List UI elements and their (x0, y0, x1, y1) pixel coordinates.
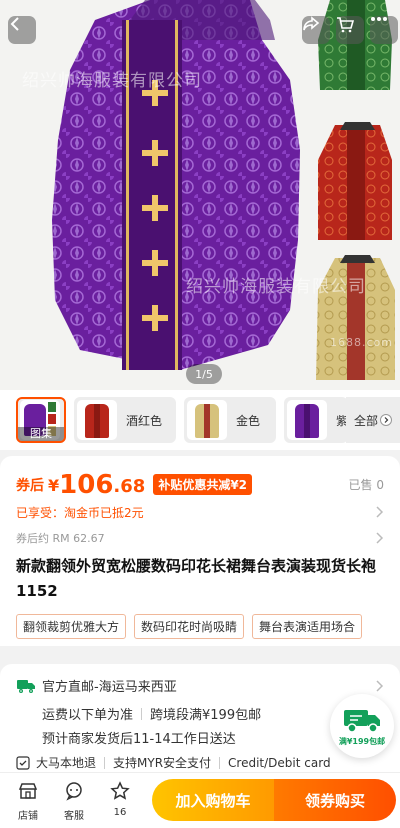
add-to-cart-button[interactable]: 加入购物车 (152, 779, 274, 821)
feature-tag[interactable]: 翻领裁剪优雅大方 (16, 614, 127, 639)
product-info-card: 券后 ¥ 106 .68 补贴优惠共减¥2 已售 0 已享受：淘金币已抵2元 券… (0, 456, 400, 646)
price-currency: ¥ (48, 476, 60, 495)
shop-button[interactable]: 店铺 (8, 781, 48, 822)
feature-tag[interactable]: 数码印花时尚吸睛 (134, 614, 245, 639)
feature-tags: 翻领裁剪优雅大方 数码印花时尚吸睛 舞台表演适用场合 (16, 614, 363, 639)
product-gallery[interactable]: 绍兴帅海服装有限公司 绍兴帅海服装有限公司 1688.com 1/5 (0, 0, 400, 390)
chevron-right-icon (376, 680, 384, 692)
image-counter: 1/5 (186, 364, 222, 384)
guarantee-card: Credit/Debit card (228, 755, 331, 770)
feature-tag[interactable]: 舞台表演适用场合 (252, 614, 363, 639)
thumbnail-strip: 图集 酒红色 金色 紫 全部 (0, 390, 400, 450)
thumb-label: 图集 (18, 427, 64, 441)
shop-label: 店铺 (18, 811, 38, 822)
divider (219, 756, 221, 769)
share-button[interactable] (302, 16, 330, 44)
thumb-gallery[interactable]: 图集 (16, 397, 66, 443)
favorite-count: 16 (113, 807, 127, 818)
bottom-action-bar: 店铺 客服 16 加入购物车 领券购买 (0, 772, 400, 828)
chat-icon (66, 782, 82, 801)
cart-button[interactable] (336, 16, 364, 44)
thumb-purple[interactable]: 紫 (284, 397, 348, 443)
watermark-top: 绍兴帅海服装有限公司 (22, 71, 202, 91)
truck-icon (344, 709, 380, 733)
discount-label: 已享受： (16, 506, 65, 520)
more-icon (371, 17, 387, 21)
chevron-right-icon (380, 414, 392, 426)
shipping-method-text: 官方直邮-海运马来西亚 (42, 680, 177, 695)
sold-count: 已售 0 (348, 478, 384, 492)
thumb-image (77, 400, 117, 440)
converted-price: 券后约 RM 62.67 (16, 532, 105, 545)
shipping-fee-row: 运费以下单为准 跨境段满¥199包邮 (42, 704, 261, 723)
more-button[interactable] (370, 16, 398, 44)
shipping-fee: 运费以下单为准 (42, 708, 134, 723)
price-row: 券后 ¥ 106 .68 补贴优惠共减¥2 (16, 468, 384, 498)
delivery-estimate: 预计商家发货后11-14工作日送达 (42, 732, 236, 747)
check-shield-icon (16, 755, 30, 770)
chevron-right-icon[interactable] (376, 532, 384, 544)
thumb-image (187, 400, 227, 440)
watermark-bottom: 绍兴帅海服装有限公司 (186, 277, 366, 297)
favorite-button[interactable]: 16 (100, 781, 140, 818)
guarantee-row[interactable]: 大马本地退 支持MYR安全支付 Credit/Debit card (0, 752, 400, 772)
customer-service-button[interactable]: 客服 (54, 781, 94, 822)
discount-value: 淘金币已抵2元 (64, 506, 144, 520)
thumb-wine-red[interactable]: 酒红色 (74, 397, 176, 443)
share-icon (303, 16, 320, 31)
thumb-label: 金色 (236, 413, 261, 428)
store-icon (18, 783, 38, 799)
product-image (52, 0, 395, 380)
thumb-image (287, 400, 327, 440)
price-prefix: 券后 (16, 478, 44, 494)
product-page: 绍兴帅海服装有限公司 绍兴帅海服装有限公司 1688.com 1/5 图集 酒红… (0, 0, 400, 828)
cart-icon (337, 17, 354, 33)
thumb-gold[interactable]: 金色 (184, 397, 276, 443)
price-integer: 106 (59, 470, 114, 500)
discount-row[interactable]: 已享受：淘金币已抵2元 (16, 504, 144, 521)
divider (104, 756, 106, 769)
claim-coupon-buy-button[interactable]: 领券购买 (274, 779, 396, 821)
subsidy-badge: 补贴优惠共减¥2 (153, 474, 253, 495)
back-button[interactable] (8, 16, 36, 44)
thumb-all-label: 全部 (353, 413, 378, 428)
service-label: 客服 (64, 811, 84, 822)
free-shipping-float-text: 满¥199包邮 (338, 736, 386, 746)
chevron-left-icon (10, 17, 19, 31)
thumb-all-button[interactable]: 全部 (346, 397, 400, 443)
site-watermark: 1688.com (330, 336, 393, 349)
product-title: 新款翻领外贸宽松腰数码印花长裙舞台表演装现货长袍1152 (16, 557, 377, 600)
truck-icon (17, 679, 35, 693)
free-shipping-float-badge[interactable]: 满¥199包邮 (330, 694, 394, 758)
price-decimal: .68 (113, 476, 146, 497)
guarantee-payment: 支持MYR安全支付 (113, 756, 212, 770)
chevron-right-icon[interactable] (376, 506, 384, 518)
shipping-method: 官方直邮-海运马来西亚 (16, 676, 177, 695)
divider (141, 707, 143, 720)
thumb-label: 酒红色 (126, 413, 163, 428)
star-icon (110, 781, 130, 800)
free-shipping-promo: 跨境段满¥199包邮 (150, 708, 262, 723)
guarantee-local-return: 大马本地退 (36, 756, 97, 770)
